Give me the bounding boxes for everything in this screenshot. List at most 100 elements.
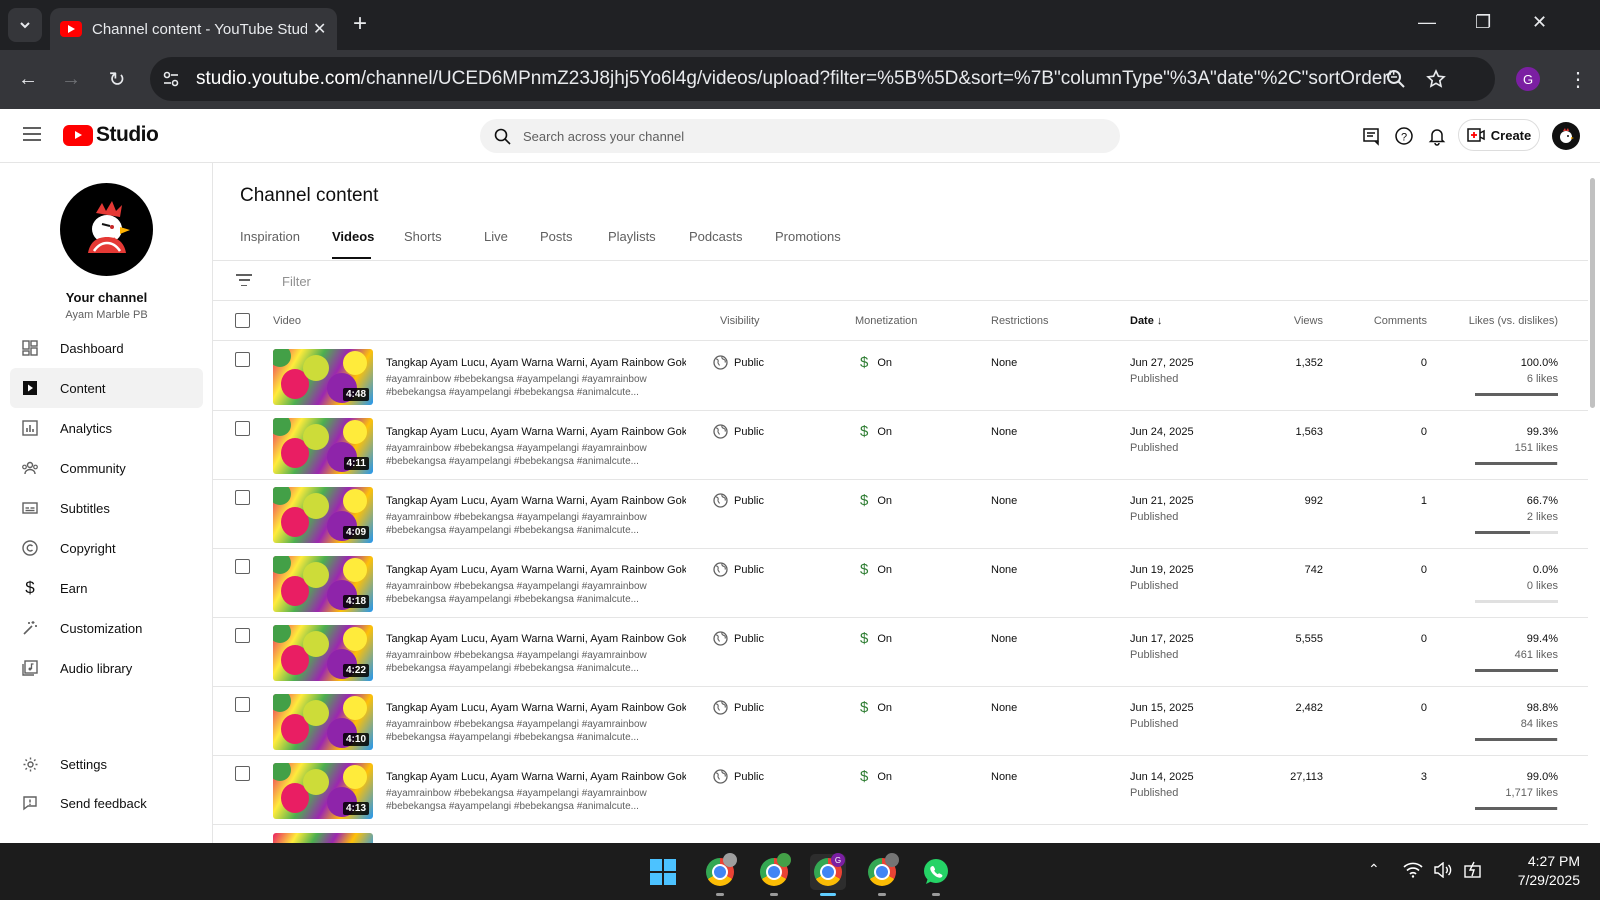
chrome-icon[interactable]: G <box>810 853 846 896</box>
video-thumbnail[interactable]: 4:10 <box>273 694 373 750</box>
row-checkbox[interactable] <box>235 421 250 436</box>
create-button[interactable]: Create <box>1458 119 1540 151</box>
menu-icon[interactable] <box>23 127 41 141</box>
sidebar-item-copyright[interactable]: Copyright <box>10 528 203 568</box>
bookmark-star-icon[interactable] <box>1426 69 1446 89</box>
row-checkbox[interactable] <box>235 559 250 574</box>
sidebar-item-content[interactable]: Content <box>10 368 203 408</box>
account-avatar[interactable] <box>1552 122 1580 150</box>
video-thumbnail[interactable]: 4:13 <box>273 763 373 819</box>
windows-start-icon[interactable] <box>645 854 681 890</box>
table-row[interactable]: 4:48 Tangkap Ayam Lucu, Ayam Warna Warni,… <box>213 342 1588 411</box>
monetization-cell[interactable]: $ On <box>860 354 892 371</box>
row-checkbox[interactable] <box>235 628 250 643</box>
video-title[interactable]: Tangkap Ayam Lucu, Ayam Warna Warni, Aya… <box>386 633 686 645</box>
video-title[interactable]: Tangkap Ayam Lucu, Ayam Warna Warni, Aya… <box>386 564 686 576</box>
video-title[interactable]: Tangkap Ayam Lucu, Ayam Warna Warni, Aya… <box>386 702 686 714</box>
table-row[interactable]: 4:10 Tangkap Ayam Lucu, Ayam Warna Warni,… <box>213 687 1588 756</box>
comments-cell[interactable]: 0 <box>1421 633 1427 645</box>
chrome-icon[interactable] <box>702 853 738 896</box>
comments-cell[interactable]: 3 <box>1421 771 1427 783</box>
video-thumbnail[interactable]: 4:09 <box>273 487 373 543</box>
studio-logo[interactable]: Studio <box>63 123 159 147</box>
search-input[interactable]: Search across your channel <box>480 119 1120 153</box>
tab-search-button[interactable] <box>8 8 42 42</box>
select-all-checkbox[interactable] <box>235 313 250 328</box>
page-scrollbar[interactable] <box>1590 178 1595 408</box>
table-row[interactable]: 4:22 Tangkap Ayam Lucu, Ayam Warna Warni,… <box>213 618 1588 687</box>
visibility-cell[interactable]: Public <box>713 769 764 784</box>
sidebar-item-subtitles[interactable]: Subtitles <box>10 488 203 528</box>
visibility-cell[interactable]: Public <box>713 631 764 646</box>
site-info-icon[interactable] <box>162 70 180 88</box>
comments-cell[interactable]: 0 <box>1421 357 1427 369</box>
channel-name[interactable]: Your channel <box>0 290 213 305</box>
volume-icon[interactable] <box>1433 862 1453 878</box>
comments-cell[interactable]: 0 <box>1421 426 1427 438</box>
chrome-icon[interactable] <box>756 853 792 896</box>
sidebar-item-customization[interactable]: Customization <box>10 608 203 648</box>
column-header-date[interactable]: Date ↓ <box>1130 315 1162 327</box>
browser-profile-avatar[interactable]: G <box>1516 67 1540 91</box>
video-title[interactable]: Tangkap Ayam Lucu, Ayam Warna Warni, Aya… <box>386 357 686 369</box>
monetization-cell[interactable]: $ On <box>860 423 892 440</box>
visibility-cell[interactable]: Public <box>713 424 764 439</box>
row-checkbox[interactable] <box>235 697 250 712</box>
browser-tab[interactable]: Channel content - YouTube Studio ✕ <box>50 8 337 50</box>
sidebar-item-community[interactable]: Community <box>10 448 203 488</box>
filter-icon[interactable] <box>236 274 252 286</box>
table-row-partial[interactable] <box>213 831 1588 843</box>
video-title[interactable]: Tangkap Ayam Lucu, Ayam Warna Warni, Aya… <box>386 495 686 507</box>
visibility-cell[interactable]: Public <box>713 562 764 577</box>
sidebar-item-analytics[interactable]: Analytics <box>10 408 203 448</box>
tab-posts[interactable]: Posts <box>540 229 608 259</box>
sidebar-item-audio-library[interactable]: Audio library <box>10 648 203 688</box>
sidebar-item-settings[interactable]: Settings <box>10 744 203 784</box>
zoom-icon[interactable] <box>1386 69 1406 89</box>
filter-bar[interactable]: Filter <box>213 261 1588 301</box>
minimize-icon[interactable]: — <box>1418 12 1436 33</box>
video-title[interactable]: Tangkap Ayam Lucu, Ayam Warna Warni, Aya… <box>386 426 686 438</box>
sidebar-item-earn[interactable]: $ Earn <box>10 568 203 608</box>
battery-charging-icon[interactable] <box>1463 861 1483 879</box>
visibility-cell[interactable]: Public <box>713 355 764 370</box>
whatsapp-icon[interactable] <box>918 854 954 896</box>
visibility-cell[interactable]: Public <box>713 700 764 715</box>
notifications-bell-icon[interactable] <box>1427 126 1447 146</box>
system-clock[interactable]: 4:27 PM 7/29/2025 <box>1500 852 1580 890</box>
tab-videos[interactable]: Videos <box>332 229 374 259</box>
tab-shorts[interactable]: Shorts <box>404 229 484 259</box>
tab-promotions[interactable]: Promotions <box>775 229 855 259</box>
chrome-icon[interactable] <box>864 853 900 896</box>
browser-menu-icon[interactable]: ⋮ <box>1565 66 1591 92</box>
restore-icon[interactable]: ❐ <box>1475 12 1491 33</box>
new-tab-icon[interactable]: + <box>353 12 367 36</box>
monetization-cell[interactable]: $ On <box>860 492 892 509</box>
show-hidden-icons-icon[interactable]: ⌃ <box>1368 861 1380 878</box>
comments-cell[interactable]: 0 <box>1421 702 1427 714</box>
back-icon[interactable]: ← <box>15 66 41 92</box>
video-thumbnail[interactable]: 4:22 <box>273 625 373 681</box>
tab-podcasts[interactable]: Podcasts <box>689 229 775 259</box>
monetization-cell[interactable]: $ On <box>860 699 892 716</box>
visibility-cell[interactable]: Public <box>713 493 764 508</box>
sidebar-item-dashboard[interactable]: Dashboard <box>10 328 203 368</box>
video-title[interactable]: Tangkap Ayam Lucu, Ayam Warna Warni, Aya… <box>386 771 686 783</box>
row-checkbox[interactable] <box>235 490 250 505</box>
comments-cell[interactable]: 0 <box>1421 564 1427 576</box>
video-thumbnail[interactable]: 4:11 <box>273 418 373 474</box>
monetization-cell[interactable]: $ On <box>860 630 892 647</box>
address-bar[interactable]: studio.youtube.com/channel/UCED6MPnmZ23J… <box>150 57 1495 101</box>
row-checkbox[interactable] <box>235 766 250 781</box>
table-row[interactable]: 4:09 Tangkap Ayam Lucu, Ayam Warna Warni,… <box>213 480 1588 549</box>
video-thumbnail[interactable]: 4:48 <box>273 349 373 405</box>
sidebar-item-send-feedback[interactable]: Send feedback <box>10 783 203 823</box>
filter-input[interactable]: Filter <box>282 274 311 289</box>
video-thumbnail[interactable]: 4:18 <box>273 556 373 612</box>
comments-icon[interactable] <box>1361 126 1381 146</box>
wifi-icon[interactable] <box>1403 862 1423 878</box>
monetization-cell[interactable]: $ On <box>860 768 892 785</box>
help-icon[interactable]: ? <box>1394 126 1414 146</box>
reload-icon[interactable]: ↻ <box>104 66 130 92</box>
table-row[interactable]: 4:13 Tangkap Ayam Lucu, Ayam Warna Warni,… <box>213 756 1588 825</box>
